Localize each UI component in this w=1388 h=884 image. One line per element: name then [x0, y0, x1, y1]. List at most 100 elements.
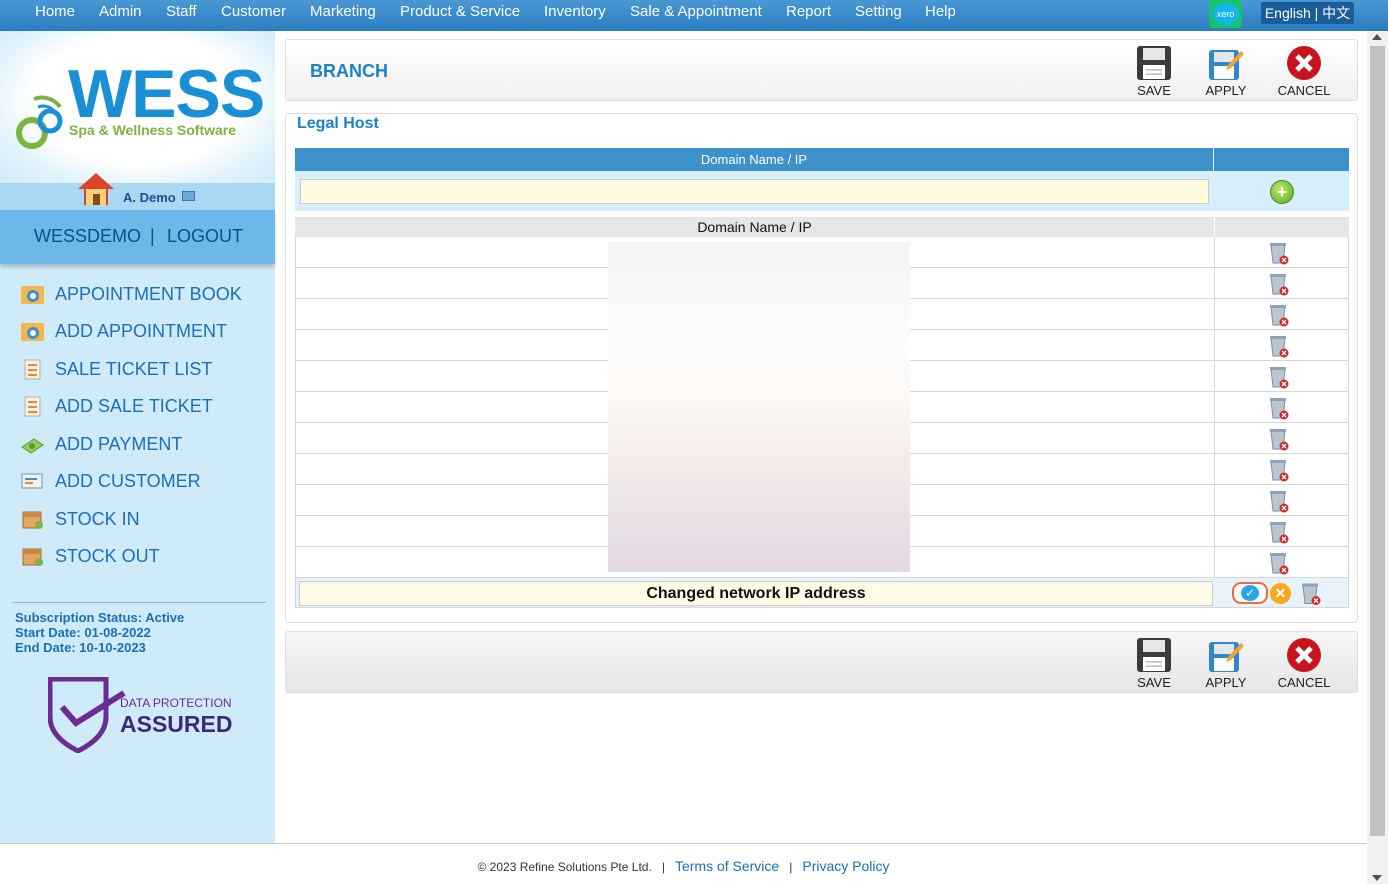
nav-sale-appointment[interactable]: Sale & Appointment [630, 0, 762, 24]
trash-icon[interactable] [1268, 458, 1290, 482]
menu-label: ADD PAYMENT [55, 433, 183, 454]
language-switcher[interactable]: English | 中文 [1261, 2, 1354, 24]
trash-icon[interactable] [1268, 396, 1290, 420]
cancel-button[interactable]: CANCEL [1274, 45, 1334, 98]
top-navigation-bar: Home Admin Staff Customer Marketing Prod… [0, 0, 1388, 31]
action-cell [1215, 237, 1349, 268]
menu-add-payment[interactable]: ADD PAYMENT [20, 430, 182, 458]
menu-add-appointment[interactable]: ADD APPOINTMENT [20, 317, 227, 345]
column-header-actions [1214, 148, 1349, 171]
money-icon [21, 438, 44, 454]
cancel-label: CANCEL [1277, 675, 1331, 690]
menu-label: APPOINTMENT BOOK [55, 283, 242, 304]
menu-label: SALE TICKET LIST [55, 358, 213, 379]
nav-help[interactable]: Help [925, 0, 956, 24]
trash-icon[interactable] [1268, 303, 1290, 327]
apply-label: APPLY [1205, 675, 1247, 690]
trash-icon[interactable] [1268, 272, 1290, 296]
customer-card-icon [21, 473, 43, 489]
save-button-bottom[interactable]: SAVE [1124, 637, 1184, 690]
menu-label: ADD SALE TICKET [55, 395, 213, 416]
trash-icon[interactable] [1268, 489, 1290, 513]
menu-label: STOCK OUT [55, 545, 160, 566]
edit-domain-input[interactable]: Changed network IP address [299, 581, 1213, 606]
account-link[interactable]: WESSDEMO [34, 226, 141, 247]
trash-icon[interactable] [1268, 365, 1290, 389]
nav-home[interactable]: Home [35, 0, 75, 24]
user-name[interactable]: A. Demo [123, 190, 176, 205]
column-header-domain: Domain Name / IP [295, 148, 1214, 171]
action-cell [1215, 392, 1349, 423]
nav-customer[interactable]: Customer [221, 0, 286, 24]
apply-button-bottom[interactable]: APPLY [1196, 637, 1256, 690]
box-in-icon [22, 511, 43, 529]
apply-label: APPLY [1205, 83, 1247, 98]
nav-marketing[interactable]: Marketing [310, 0, 376, 24]
copyright-text: © 2023 Refine Solutions Pte Ltd. [477, 860, 652, 874]
ticket-add-icon [24, 396, 41, 417]
vertical-scrollbar[interactable] [1367, 31, 1388, 884]
add-plus-icon[interactable]: + [1270, 180, 1294, 204]
redacted-content [608, 242, 910, 572]
subscription-start: Start Date: 01-08-2022 [15, 625, 151, 640]
computer-icon [182, 191, 195, 201]
calendar-icon [21, 286, 44, 304]
nav-product-service[interactable]: Product & Service [400, 0, 520, 24]
footer-separator: | [789, 860, 793, 874]
scroll-thumb[interactable] [1370, 46, 1385, 836]
cancel-button-bottom[interactable]: CANCEL [1274, 637, 1334, 690]
menu-stock-in[interactable]: STOCK IN [20, 505, 140, 533]
footer-toolbar: SAVE APPLY CANCEL [285, 631, 1358, 693]
action-cell [1215, 330, 1349, 361]
apply-disk-icon [1209, 50, 1244, 80]
page-footer: © 2023 Refine Solutions Pte Ltd. | Terms… [0, 843, 1367, 884]
menu-stock-out[interactable]: STOCK OUT [20, 542, 160, 570]
menu-add-sale-ticket[interactable]: ADD SALE TICKET [20, 392, 213, 420]
legal-host-panel: Legal Host Domain Name / IP + Domain Nam… [285, 113, 1358, 623]
logout-link[interactable]: LOGOUT [167, 226, 243, 247]
nav-inventory[interactable]: Inventory [544, 0, 606, 24]
menu-label: ADD CUSTOMER [55, 470, 201, 491]
list-table-header: Domain Name / IP [295, 217, 1349, 237]
nav-staff[interactable]: Staff [166, 0, 197, 24]
scroll-down-arrow-icon[interactable] [1372, 875, 1382, 881]
save-button[interactable]: SAVE [1124, 45, 1184, 98]
menu-add-customer[interactable]: ADD CUSTOMER [20, 467, 201, 495]
save-label: SAVE [1137, 675, 1171, 690]
nav-setting[interactable]: Setting [855, 0, 902, 24]
trash-icon[interactable] [1268, 551, 1290, 575]
trash-icon[interactable] [1268, 241, 1290, 265]
apply-button[interactable]: APPLY [1196, 45, 1256, 98]
nav-admin[interactable]: Admin [99, 0, 142, 24]
menu-appointment-book[interactable]: APPOINTMENT BOOK [20, 280, 242, 308]
cancel-label: CANCEL [1277, 83, 1331, 98]
floppy-disk-icon [1137, 638, 1171, 672]
subscription-status: Subscription Status: Active [15, 610, 185, 625]
trash-icon[interactable] [1268, 334, 1290, 358]
action-cell [1215, 299, 1349, 330]
confirm-edit-button[interactable]: ✓ [1232, 582, 1268, 604]
subscription-info: Subscription Status: Active Start Date: … [12, 602, 266, 655]
trash-icon[interactable] [1300, 581, 1322, 606]
edit-row: Changed network IP address ✓ ✕ [295, 577, 1349, 608]
account-bar: WESSDEMO | LOGOUT [0, 210, 275, 264]
xero-logo-button[interactable]: xero [1209, 0, 1242, 28]
trash-icon[interactable] [1268, 520, 1290, 544]
action-cell [1215, 547, 1349, 578]
scroll-up-arrow-icon[interactable] [1372, 34, 1382, 40]
terms-link[interactable]: Terms of Service [675, 858, 779, 874]
nav-report[interactable]: Report [786, 0, 831, 24]
privacy-link[interactable]: Privacy Policy [802, 858, 889, 874]
menu-label: STOCK IN [55, 508, 140, 529]
menu-sale-ticket-list[interactable]: SALE TICKET LIST [20, 355, 212, 383]
domain-input[interactable] [300, 179, 1209, 204]
cancel-x-icon [1287, 638, 1321, 672]
add-table-header: Domain Name / IP [295, 148, 1349, 171]
cancel-edit-icon[interactable]: ✕ [1270, 583, 1291, 604]
footer-separator: | [661, 860, 665, 874]
data-protection-badge[interactable]: DATA PROTECTION ASSURED [48, 677, 238, 753]
wess-logo[interactable]: WESS Spa & Wellness Software [0, 31, 275, 183]
calendar-add-icon [21, 323, 44, 341]
home-icon [78, 173, 114, 205]
trash-icon[interactable] [1268, 427, 1290, 451]
